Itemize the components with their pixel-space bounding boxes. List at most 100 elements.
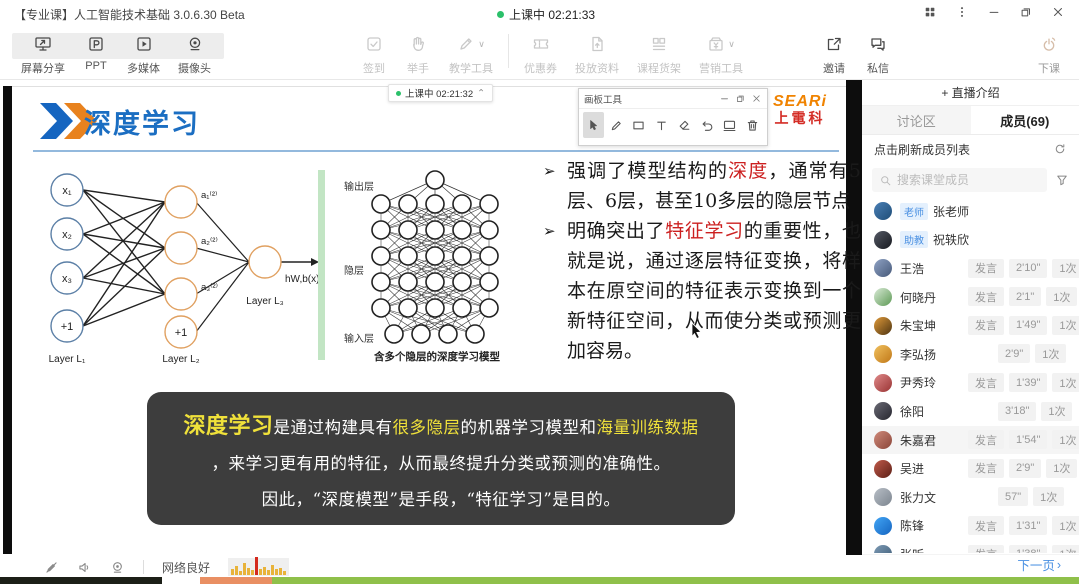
member-name: 何晓丹 bbox=[900, 289, 936, 306]
board-close-button[interactable] bbox=[751, 93, 762, 104]
raise-hand-button[interactable]: 举手 bbox=[396, 31, 440, 76]
ppt-icon bbox=[87, 31, 105, 57]
minimize-button[interactable] bbox=[981, 2, 1007, 22]
speak-badge[interactable]: 发言 bbox=[968, 516, 1004, 535]
member-badges: 发言2'9"1次 bbox=[968, 459, 1077, 478]
speak-badge[interactable]: 发言 bbox=[968, 259, 1004, 278]
member-row[interactable]: 吴进发言2'9"1次 bbox=[862, 454, 1079, 483]
member-name: 尹秀玲 bbox=[900, 374, 936, 391]
undo-tool[interactable] bbox=[697, 112, 718, 138]
member-row[interactable]: 张力文57"1次 bbox=[862, 483, 1079, 512]
board-minimize-button[interactable] bbox=[719, 93, 730, 104]
duration-badge: 2'9" bbox=[998, 344, 1030, 363]
member-row[interactable]: 陈锋发言1'31"1次 bbox=[862, 512, 1079, 541]
title-underline bbox=[33, 150, 839, 152]
member-badges: 3'18"1次 bbox=[998, 402, 1072, 421]
speak-badge[interactable]: 发言 bbox=[968, 545, 1004, 553]
member-search-box[interactable] bbox=[872, 168, 1047, 192]
histogram-bar bbox=[267, 570, 270, 575]
avatar bbox=[874, 288, 892, 306]
webcam-icon[interactable] bbox=[110, 560, 125, 575]
svg-text:x₁: x₁ bbox=[62, 185, 72, 197]
definition-text: 海量训练数据 bbox=[597, 418, 699, 437]
member-list: 老师张老师助教祝轶欣王浩发言2'10"1次何晓丹发言2'1"1次朱宝坤发言1'4… bbox=[862, 197, 1079, 553]
text-tool-tool[interactable] bbox=[651, 112, 672, 138]
more-menu-button[interactable] bbox=[949, 2, 975, 22]
screen-share-button-label: 屏幕分享 bbox=[21, 60, 65, 76]
histogram-bar bbox=[263, 567, 266, 575]
member-row[interactable]: 徐阳3'18"1次 bbox=[862, 397, 1079, 426]
member-name: 朱嘉君 bbox=[900, 432, 936, 449]
whiteboard-panel: 画板工具 bbox=[578, 88, 768, 146]
toolbar-group: 邀请私信 bbox=[812, 31, 900, 76]
live-intro-link[interactable]: + 直播介绍 bbox=[862, 80, 1079, 106]
restore-button[interactable] bbox=[1013, 2, 1039, 22]
camera-button[interactable]: 摄像头 bbox=[169, 31, 220, 76]
coupon-icon bbox=[532, 31, 550, 57]
member-row[interactable]: 王浩发言2'10"1次 bbox=[862, 254, 1079, 283]
invite-button[interactable]: 邀请 bbox=[812, 31, 856, 76]
speak-badge[interactable]: 发言 bbox=[968, 316, 1004, 335]
select-tool[interactable] bbox=[583, 112, 604, 138]
checkin-icon bbox=[365, 31, 383, 57]
close-button[interactable] bbox=[1045, 2, 1071, 22]
apps-grid-button[interactable] bbox=[917, 2, 943, 22]
chevron-up-icon[interactable]: ⌃ bbox=[477, 88, 485, 99]
ppt-button[interactable]: PPT bbox=[74, 31, 118, 72]
seari-logo: SEARi 上電科 bbox=[773, 94, 827, 125]
teach-tools-button[interactable]: ∨教学工具 bbox=[440, 31, 502, 76]
message-button[interactable]: 私信 bbox=[856, 31, 900, 76]
member-row[interactable]: 助教祝轶欣 bbox=[862, 226, 1079, 255]
member-row[interactable]: 老师张老师 bbox=[862, 197, 1079, 226]
marketing-icon: ∨ bbox=[707, 31, 735, 57]
member-row[interactable]: 朱宝坤发言1'49"1次 bbox=[862, 311, 1079, 340]
media-button[interactable]: 多媒体 bbox=[118, 31, 169, 76]
pen-muted-icon[interactable] bbox=[44, 560, 59, 575]
definition-box: 深度学习是通过构建具有很多隐层的机器学习模型和海量训练数据，来学习更有用的特征，… bbox=[147, 392, 735, 525]
member-search-input[interactable] bbox=[897, 173, 1040, 187]
svg-text:+1: +1 bbox=[175, 327, 188, 339]
svg-text:hW,b(x): hW,b(x) bbox=[285, 274, 319, 285]
speak-badge[interactable]: 发言 bbox=[968, 430, 1004, 449]
output-layer-label: 输出层 bbox=[344, 178, 374, 193]
speaker-icon[interactable] bbox=[77, 560, 92, 575]
speak-badge[interactable]: 发言 bbox=[968, 459, 1004, 478]
duration-badge: 1'38" bbox=[1009, 545, 1047, 553]
member-row[interactable]: 朱嘉君发言1'54"1次 bbox=[862, 426, 1079, 455]
member-row[interactable]: 李弘扬2'9"1次 bbox=[862, 340, 1079, 369]
definition-line: 深度学习是通过构建具有很多隐层的机器学习模型和海量训练数据 bbox=[169, 408, 713, 446]
member-row[interactable]: 张昕发言1'38"1次 bbox=[862, 540, 1079, 553]
refresh-members-row[interactable]: 点击刷新成员列表 bbox=[862, 135, 1079, 163]
svg-text:+1: +1 bbox=[61, 321, 74, 333]
board-clear-tool[interactable] bbox=[720, 112, 741, 138]
shelf-button[interactable]: 课程货架 bbox=[628, 31, 690, 76]
end-class-button[interactable]: 下课 bbox=[1027, 31, 1071, 76]
member-row[interactable]: 尹秀玲发言1'39"1次 bbox=[862, 369, 1079, 398]
pen-tool[interactable] bbox=[606, 112, 627, 138]
count-badge: 1次 bbox=[1052, 545, 1079, 553]
eraser-tool[interactable] bbox=[674, 112, 695, 138]
next-page-link[interactable]: 下一页 › bbox=[1017, 555, 1061, 574]
shelf-icon bbox=[650, 31, 668, 57]
coupon-button[interactable]: 优惠券 bbox=[515, 31, 566, 76]
refresh-icon[interactable] bbox=[1053, 142, 1067, 156]
marketing-button[interactable]: ∨营销工具 bbox=[690, 31, 752, 76]
speak-badge[interactable]: 发言 bbox=[968, 373, 1004, 392]
whiteboard-tools bbox=[579, 109, 767, 141]
filter-icon[interactable] bbox=[1055, 173, 1069, 187]
screen-share-icon bbox=[34, 31, 52, 57]
rect-tool-tool[interactable] bbox=[629, 112, 650, 138]
speak-badge[interactable]: 发言 bbox=[968, 287, 1004, 306]
tab-members[interactable]: 成员(69) bbox=[971, 106, 1079, 134]
definition-text: 因此，“深度模型”是手段，“特征学习”是目的。 bbox=[262, 490, 621, 509]
screen-share-button[interactable]: 屏幕分享 bbox=[12, 31, 74, 76]
materials-button[interactable]: 投放资料 bbox=[566, 31, 628, 76]
board-restore-button[interactable] bbox=[735, 93, 746, 104]
toolbar-divider bbox=[508, 34, 509, 68]
checkin-button[interactable]: 签到 bbox=[352, 31, 396, 76]
member-row[interactable]: 何晓丹发言2'1"1次 bbox=[862, 283, 1079, 312]
floating-timer[interactable]: 上课中 02:21:32 ⌃ bbox=[388, 84, 493, 102]
definition-text: 是通过构建具有 bbox=[274, 418, 393, 437]
trash-tool[interactable] bbox=[742, 112, 763, 138]
tab-discussion[interactable]: 讨论区 bbox=[862, 106, 971, 134]
